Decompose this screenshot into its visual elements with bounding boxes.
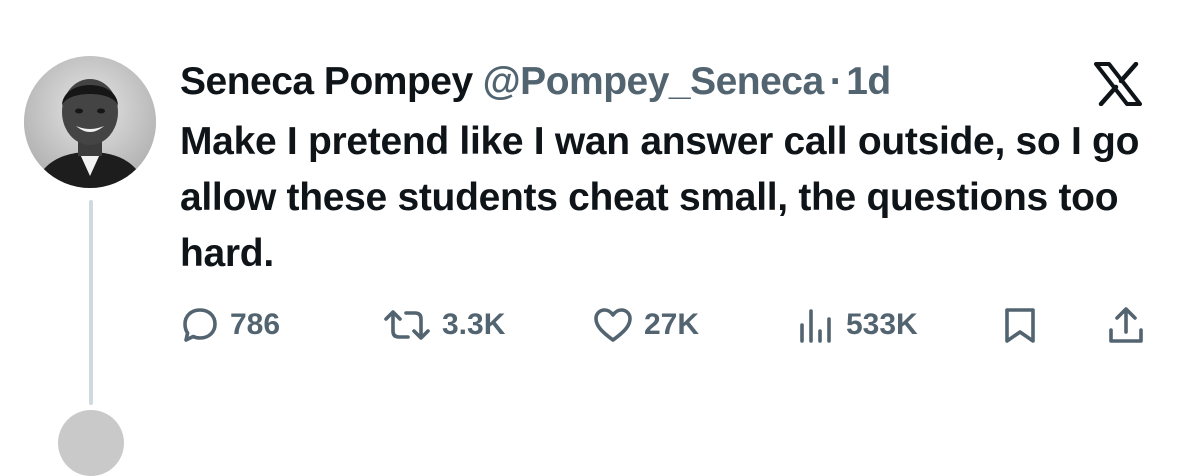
author-avatar[interactable] <box>24 56 156 188</box>
author-handle[interactable]: @Pompey_Seneca <box>483 60 825 104</box>
x-logo-icon <box>1094 61 1142 107</box>
reply-count: 786 <box>230 308 281 341</box>
repost-button[interactable]: 3.3K <box>382 300 505 350</box>
tweet-header: Seneca Pompey @Pompey_Seneca · 1d <box>180 56 891 108</box>
avatar-photo <box>24 56 156 188</box>
views-icon <box>800 309 831 343</box>
reply-icon <box>183 308 217 342</box>
header-separator: · <box>829 60 843 103</box>
views-count: 533K <box>846 308 918 341</box>
views-button[interactable]: 533K <box>796 300 918 350</box>
repost-count: 3.3K <box>442 308 506 341</box>
heart-icon <box>594 308 632 342</box>
tweet-action-bar: 786 3.3K 27K 533K <box>0 300 1179 350</box>
repost-icon <box>384 310 430 340</box>
reply-button[interactable]: 786 <box>180 300 280 350</box>
share-button[interactable] <box>1106 300 1146 350</box>
like-button[interactable]: 27K <box>592 300 699 350</box>
author-name[interactable]: Seneca Pompey <box>180 60 473 104</box>
bookmark-button[interactable] <box>1002 300 1038 350</box>
tweet-timestamp[interactable]: 1d <box>846 60 891 104</box>
share-icon <box>1109 307 1143 343</box>
bookmark-icon <box>1005 308 1035 343</box>
like-count: 27K <box>644 308 700 341</box>
tweet-text: Make I pretend like I wan answer call ou… <box>180 120 1140 275</box>
